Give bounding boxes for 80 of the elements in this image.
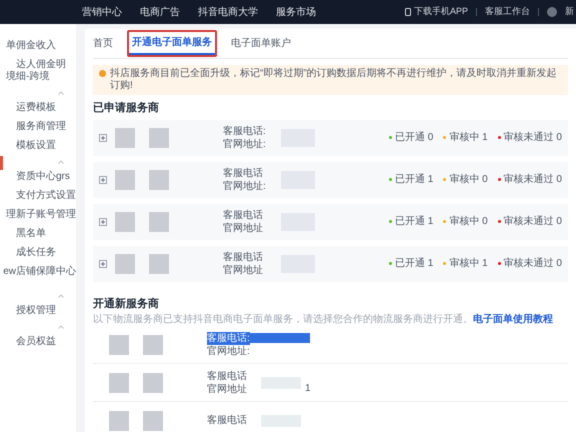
field-label: 客服电话 — [223, 166, 264, 180]
logo-placeholder — [109, 372, 129, 392]
expand-button[interactable] — [99, 218, 107, 226]
status-text: 审核未通过 0 — [504, 172, 562, 187]
field-label: 客服电话 — [223, 208, 264, 222]
download-app-link[interactable]: 下载手机APP — [404, 5, 468, 19]
status-text: 已开通 1 — [394, 256, 434, 271]
service-desk-link[interactable]: 客服工作台 — [485, 5, 530, 19]
field-label: 官网地址: — [207, 344, 250, 358]
status-text: 已开通 1 — [394, 214, 434, 229]
nav-link[interactable]: 抖音电商大学 — [198, 4, 258, 20]
user-name[interactable]: 新 — [565, 5, 574, 19]
tab[interactable]: 电子面单账户 — [231, 36, 291, 58]
logo-placeholder — [115, 212, 135, 232]
nav-link[interactable]: 营销中心 — [82, 4, 122, 20]
sidebar-item[interactable]: 佣金收入 — [16, 40, 76, 52]
sidebar-item[interactable]: 新子账号管理 — [16, 209, 76, 221]
sidebar-edge-text: 单 — [6, 40, 16, 52]
logo-placeholder — [115, 254, 135, 274]
section-title: 已申请服务商 — [93, 100, 160, 116]
logo-placeholder — [149, 254, 169, 274]
field-label: 客服电话 — [223, 250, 264, 264]
phone-icon — [404, 8, 411, 16]
field-label: 官网地址 — [207, 382, 247, 396]
logo-placeholder — [115, 170, 135, 190]
field-label: 客服电话 — [207, 370, 247, 382]
tab[interactable]: 开通电子面单服务 — [127, 30, 217, 57]
status-text: 审核未通过 0 — [504, 256, 562, 271]
expand-button[interactable] — [99, 260, 107, 268]
field-label: 官网地址 — [223, 264, 264, 276]
logo-placeholder — [115, 128, 135, 148]
logo-placeholder — [109, 334, 129, 354]
sidebar-edge-text: ew — [3, 266, 16, 278]
tutorial-link[interactable]: 电子面单使用教程 — [473, 314, 553, 325]
nav-link[interactable]: 电商广告 — [140, 4, 180, 20]
description-text: 以下物流服务商已支持抖音电商电子面单服务，请选择您合作的物流服务商进行开通。 — [93, 314, 473, 325]
status-text: 审核中 1 — [449, 130, 488, 145]
sidebar-item[interactable]: 会员权益 — [16, 336, 76, 348]
logo-placeholder — [149, 128, 169, 148]
sidebar-item[interactable]: 支付方式设置 — [16, 190, 76, 202]
alert-text: 抖店服务商目前已全面升级，标记“即将过期”的订购数据后期将不再进行维护，请及时取消并重新发起订购! — [110, 68, 558, 92]
status-text: 审核未通过 0 — [504, 130, 562, 145]
sidebar-item[interactable]: 店铺保障中心 — [16, 266, 76, 278]
sidebar-item[interactable]: 成长任务 — [16, 247, 76, 259]
field-value: 1 — [305, 382, 311, 396]
sidebar-edge-text: 境 — [6, 71, 16, 83]
sidebar-item[interactable]: 模板设置 — [16, 140, 76, 152]
field-label: 官网地址 — [223, 222, 264, 234]
expand-button[interactable] — [99, 176, 107, 184]
nav-link[interactable]: 服务市场 — [276, 4, 316, 20]
sidebar-item[interactable]: 达人佣金明细-跨境 — [16, 59, 76, 83]
field-label: 官网地址: — [223, 138, 267, 150]
logo-placeholder — [109, 410, 129, 430]
sidebar-item[interactable]: 资质中心grs — [16, 171, 76, 183]
field-label: 客服电话: — [223, 124, 267, 138]
logo-placeholder — [149, 170, 169, 190]
logo-placeholder — [143, 372, 163, 392]
section-title: 开通新服务商 — [93, 296, 160, 312]
status-text: 审核中 0 — [449, 214, 488, 229]
tab[interactable]: 首页 — [93, 36, 113, 58]
logo-placeholder — [143, 334, 163, 354]
field-label: 客服电话 — [207, 414, 247, 427]
sidebar-item[interactable]: 运费模板 — [16, 102, 76, 114]
field-label: 客服电话: — [207, 332, 250, 344]
status-text: 审核中 0 — [449, 172, 488, 187]
text-selection-highlight — [250, 333, 310, 343]
expand-button[interactable] — [99, 134, 107, 142]
sidebar-edge-text: 理 — [6, 209, 16, 221]
avatar-icon — [547, 7, 557, 17]
sidebar-item[interactable]: 服务商管理 — [16, 121, 76, 133]
logo-placeholder — [143, 410, 163, 430]
status-text: 已开通 0 — [394, 130, 434, 145]
status-text: 已开通 1 — [394, 172, 434, 187]
status-text: 审核中 1 — [449, 256, 488, 271]
field-label: 官网地址: — [223, 180, 267, 192]
sidebar-item[interactable]: 黑名单 — [16, 228, 76, 240]
status-text: 审核未通过 0 — [504, 214, 562, 229]
logo-placeholder — [149, 212, 169, 232]
warning-icon — [99, 70, 106, 77]
sidebar-item[interactable]: 授权管理 — [16, 305, 76, 317]
